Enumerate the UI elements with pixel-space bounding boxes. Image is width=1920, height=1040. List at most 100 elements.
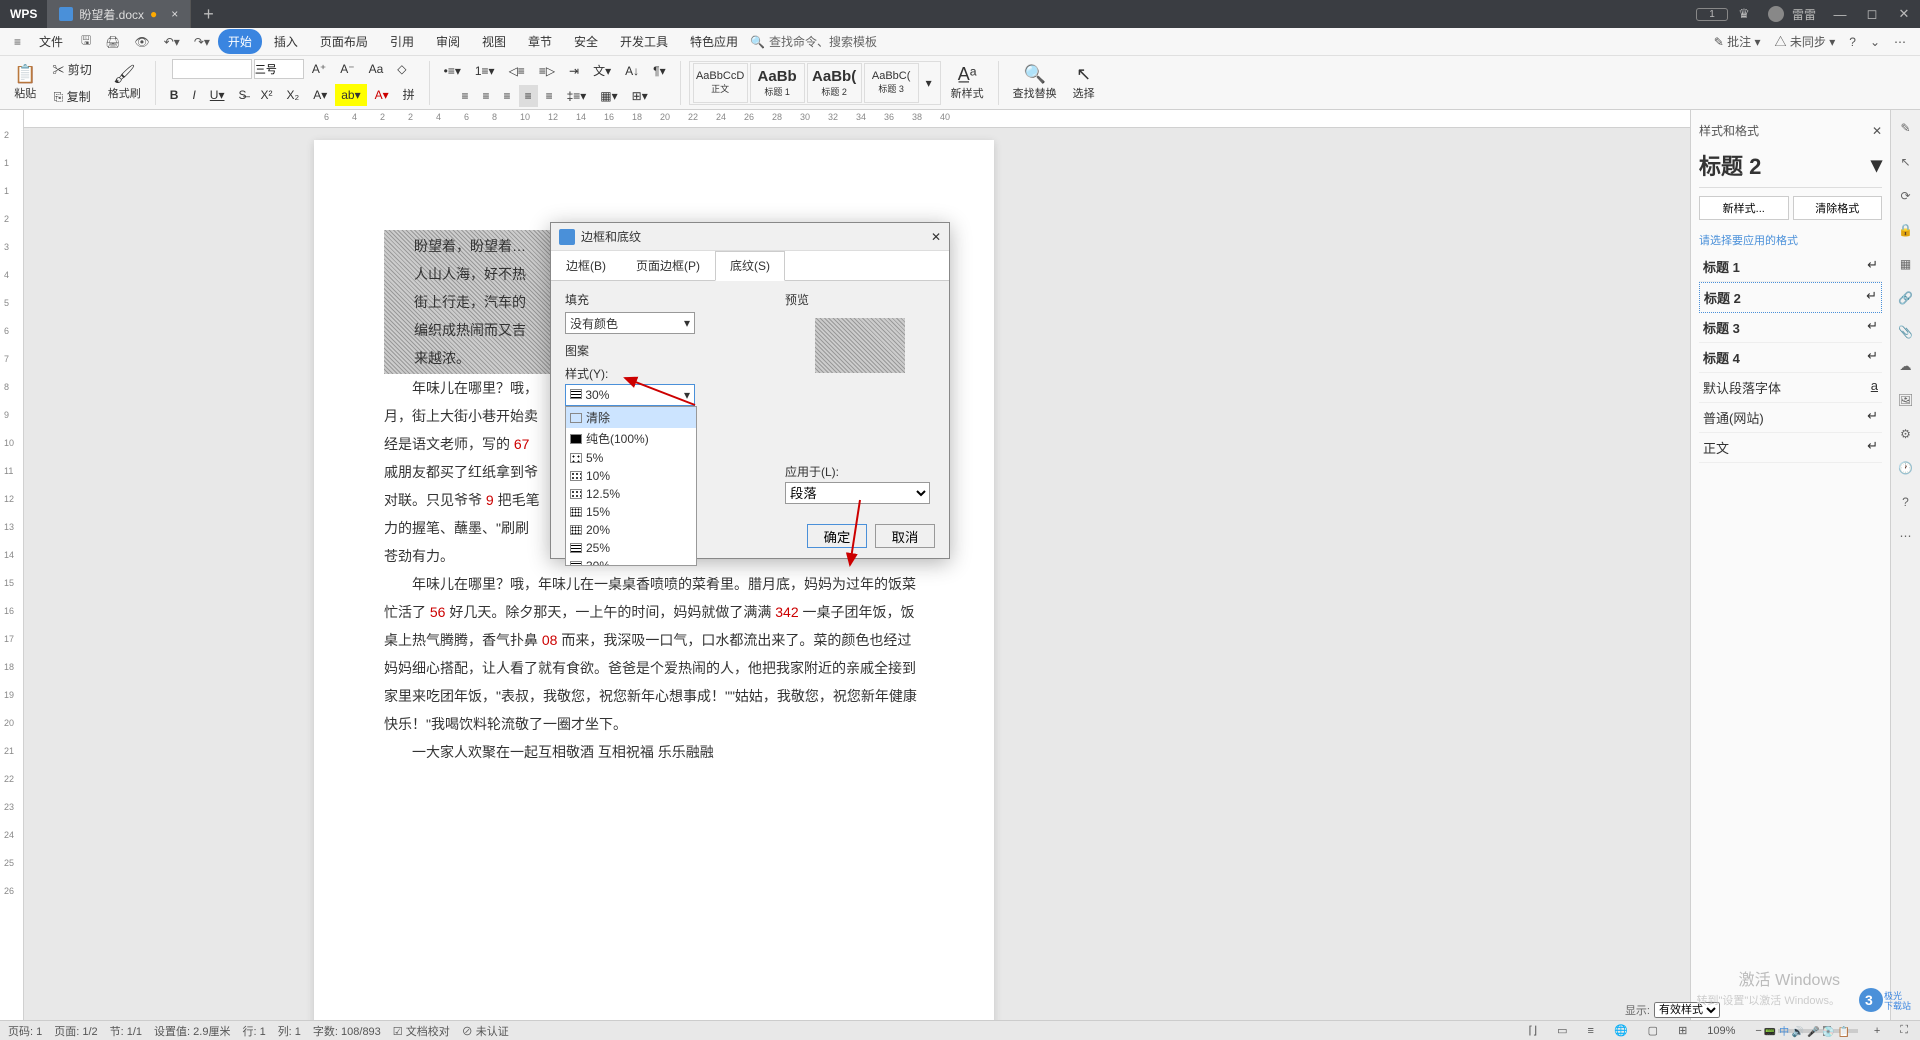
change-case-icon[interactable]: Aa: [363, 58, 390, 80]
dialog-tab-shading[interactable]: 底纹(S): [715, 251, 785, 281]
view-outline-icon[interactable]: ≡: [1584, 1025, 1598, 1037]
dialog-close-icon[interactable]: ✕: [931, 230, 941, 244]
view-web-icon[interactable]: 🌐: [1610, 1024, 1632, 1037]
shading-icon[interactable]: ▦▾: [594, 85, 623, 107]
highlight-icon[interactable]: ab▾: [335, 84, 366, 106]
fullscreen-icon[interactable]: ⛶: [1896, 1024, 1912, 1037]
option-12[interactable]: 12.5%: [566, 485, 696, 503]
tab-reference[interactable]: 引用: [380, 29, 424, 54]
paste-button[interactable]: 📋粘贴: [8, 62, 42, 103]
style-h2[interactable]: AaBb(标题 2: [807, 63, 862, 103]
tab-pagelayout[interactable]: 页面布局: [310, 29, 378, 54]
collapse-ribbon-icon[interactable]: ⌄: [1864, 31, 1886, 53]
tab-close-icon[interactable]: ×: [171, 7, 178, 21]
new-tab-button[interactable]: +: [191, 4, 226, 25]
tab-security[interactable]: 安全: [564, 29, 608, 54]
bold-icon[interactable]: B: [164, 84, 185, 106]
status-cert[interactable]: ⊘ 未认证: [462, 1023, 509, 1039]
tool-gear-icon[interactable]: ⚙: [1896, 424, 1916, 444]
tab-icon[interactable]: ⇥: [563, 60, 585, 82]
tool-refresh-icon[interactable]: ⟳: [1896, 186, 1916, 206]
style-item-h2[interactable]: 标题 2↵: [1699, 282, 1882, 313]
italic-icon[interactable]: I: [186, 84, 201, 106]
panel-close-icon[interactable]: ✕: [1872, 124, 1882, 138]
option-10[interactable]: 10%: [566, 467, 696, 485]
bullets-icon[interactable]: •≡▾: [438, 60, 467, 82]
option-clear[interactable]: 清除: [566, 407, 696, 428]
find-replace-button[interactable]: 🔍查找替换: [1007, 62, 1063, 103]
pinyin-icon[interactable]: 拼: [397, 82, 421, 107]
badge-one-icon[interactable]: 1: [1696, 8, 1728, 21]
indent-icon[interactable]: ≡▷: [533, 60, 561, 82]
style-scroll-icon[interactable]: ▾: [920, 72, 938, 94]
crown-icon[interactable]: ♛: [1728, 6, 1760, 22]
tool-cloud-icon[interactable]: ☁: [1896, 356, 1916, 376]
display-select[interactable]: 有效样式: [1654, 1002, 1720, 1018]
command-search[interactable]: 🔍 查找命令、搜索模板: [750, 33, 877, 50]
style-h1[interactable]: AaBb标题 1: [750, 63, 805, 103]
view-read-icon[interactable]: ▢: [1644, 1024, 1662, 1037]
tool-lock-icon[interactable]: 🔒: [1896, 220, 1916, 240]
applyto-select[interactable]: 段落: [785, 482, 930, 504]
clear-format-icon[interactable]: ◇: [391, 58, 412, 80]
undo-icon[interactable]: ↶▾: [158, 31, 186, 53]
option-30[interactable]: 30%: [566, 557, 696, 566]
style-item-body[interactable]: 正文↵: [1699, 433, 1882, 463]
font-size-select[interactable]: [254, 59, 304, 79]
view-fullwidth-icon[interactable]: ⊞: [1674, 1024, 1691, 1037]
subscript-icon[interactable]: X₂: [281, 84, 306, 106]
save-icon[interactable]: 🖫: [75, 27, 97, 56]
grow-font-icon[interactable]: A⁺: [306, 58, 332, 80]
align-justify-icon[interactable]: ≡: [519, 85, 538, 107]
tab-insert[interactable]: 插入: [264, 29, 308, 54]
help-icon[interactable]: ?: [1843, 31, 1862, 53]
tool-clock-icon[interactable]: 🕐: [1896, 458, 1916, 478]
tool-clip-icon[interactable]: 📎: [1896, 322, 1916, 342]
view-page-icon[interactable]: ▭: [1553, 1024, 1571, 1037]
option-5[interactable]: 5%: [566, 449, 696, 467]
tool-help-icon[interactable]: ?: [1896, 492, 1916, 512]
cut-button[interactable]: ✂ 剪切: [46, 57, 97, 82]
format-painter-button[interactable]: 🖌格式刷: [102, 62, 147, 103]
option-solid[interactable]: 纯色(100%): [566, 428, 696, 449]
comment-button[interactable]: ✎ 批注 ▾: [1708, 29, 1767, 54]
text-color-icon[interactable]: A▾: [369, 84, 395, 106]
redo-icon[interactable]: ↷▾: [188, 31, 216, 53]
pattern-style-combo[interactable]: 30%▾: [565, 384, 695, 406]
document-tab[interactable]: 盼望着.docx ● ×: [47, 0, 191, 28]
style-h3[interactable]: AaBbC(标题 3: [864, 63, 919, 103]
dropdown-icon[interactable]: ▾: [1871, 152, 1882, 178]
user-area[interactable]: 雷雷: [1760, 6, 1824, 23]
sync-button[interactable]: △ 未同步 ▾: [1769, 29, 1842, 54]
strike-icon[interactable]: S̶: [233, 84, 253, 106]
file-menu[interactable]: 文件: [29, 29, 73, 54]
option-25[interactable]: 25%: [566, 539, 696, 557]
dialog-tab-pageborder[interactable]: 页面边框(P): [621, 251, 715, 280]
shrink-font-icon[interactable]: A⁻: [334, 58, 360, 80]
hamburger-icon[interactable]: ≡: [8, 31, 27, 53]
font-family-select[interactable]: [172, 59, 252, 79]
tab-view[interactable]: 视图: [472, 29, 516, 54]
style-item-h1[interactable]: 标题 1↵: [1699, 252, 1882, 282]
close-button[interactable]: ✕: [1888, 6, 1920, 22]
align-left-icon[interactable]: ≡: [456, 85, 475, 107]
tool-link-icon[interactable]: 🔗: [1896, 288, 1916, 308]
style-item-default[interactable]: 默认段落字体a: [1699, 373, 1882, 403]
preview-icon[interactable]: 👁: [129, 31, 156, 53]
text-direction-icon[interactable]: 文▾: [587, 58, 617, 83]
style-item-h4[interactable]: 标题 4↵: [1699, 343, 1882, 373]
align-right-icon[interactable]: ≡: [498, 85, 517, 107]
zoom-level[interactable]: 109%: [1703, 1025, 1739, 1037]
clear-format-button[interactable]: 清除格式: [1793, 196, 1883, 220]
tool-pen-icon[interactable]: ✎: [1896, 118, 1916, 138]
border-icon[interactable]: ⊞▾: [626, 85, 654, 107]
copy-button[interactable]: ⎘ 复制: [48, 84, 97, 109]
tool-grid-icon[interactable]: ▦: [1896, 254, 1916, 274]
style-item-h3[interactable]: 标题 3↵: [1699, 313, 1882, 343]
sort-icon[interactable]: A↓: [619, 60, 645, 82]
select-button[interactable]: ↖选择: [1067, 62, 1101, 103]
tab-home[interactable]: 开始: [218, 29, 262, 54]
style-normal[interactable]: AaBbCcD正文: [693, 63, 748, 103]
superscript-icon[interactable]: X²: [255, 84, 279, 106]
status-words[interactable]: 字数: 108/893: [313, 1023, 381, 1039]
